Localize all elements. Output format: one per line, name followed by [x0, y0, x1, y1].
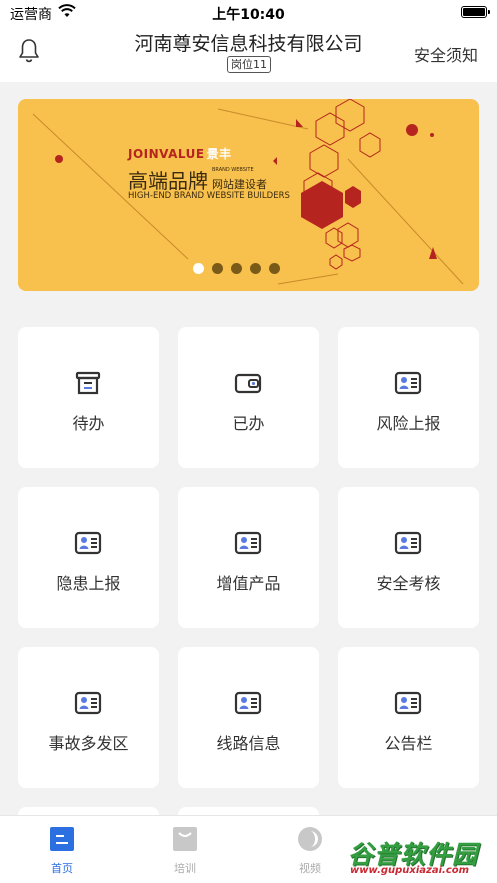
- grid-item-hazard-report[interactable]: 隐患上报: [18, 487, 159, 628]
- banner-carousel[interactable]: JOINVALUE 景丰 高端品牌 BRAND WEBSITE 网站建设者 HIG…: [18, 99, 479, 291]
- grid-item-label: 风险上报: [376, 414, 441, 433]
- battery-icon: [461, 6, 490, 18]
- grid-item-label: 增值产品: [216, 574, 281, 593]
- grid-item-safety-assessment[interactable]: 安全考核: [338, 487, 479, 628]
- id-card-icon: [394, 691, 422, 715]
- safety-notice-link[interactable]: 安全须知: [414, 42, 478, 66]
- video-icon: [298, 827, 322, 851]
- grid-item-risk-report[interactable]: 风险上报: [338, 327, 479, 468]
- watermark-logo: 谷普软件园 www.gupuxiazai.com: [340, 835, 497, 883]
- grid-item-done[interactable]: 已办: [178, 327, 319, 468]
- grid-item-label: 已办: [232, 414, 265, 433]
- status-time: 上午10:40: [212, 7, 285, 23]
- banner-sub-small: BRAND WEBSITE: [212, 167, 254, 173]
- tab-home[interactable]: 首页: [32, 826, 92, 876]
- grid-item-label: 安全考核: [376, 574, 441, 593]
- grid-item-label: 事故多发区: [48, 734, 129, 753]
- grid-item-label: 隐患上报: [56, 574, 121, 593]
- home-icon: [50, 827, 74, 851]
- banner-headline: 高端品牌: [128, 169, 208, 193]
- id-card-icon: [394, 531, 422, 555]
- banner-sub-cn: 网站建设者: [212, 178, 267, 191]
- grid-item-route-info[interactable]: 线路信息: [178, 647, 319, 788]
- carousel-dot[interactable]: [212, 263, 223, 274]
- nav-bar: 河南尊安信息科技有限公司 岗位11 安全须知: [0, 24, 497, 82]
- grid-item-accident-zone[interactable]: 事故多发区: [18, 647, 159, 788]
- tab-video[interactable]: 视频: [280, 826, 340, 876]
- grid-item-label: 公告栏: [384, 734, 433, 753]
- wallet-icon: [234, 373, 262, 394]
- grid-item-label: 线路信息: [216, 734, 281, 753]
- post-badge[interactable]: 岗位11: [227, 56, 271, 73]
- carousel-dot[interactable]: [193, 263, 204, 274]
- banner-tagline: HIGH-END BRAND WEBSITE BUILDERS: [128, 191, 290, 201]
- status-bar: 运营商 上午10:40: [0, 0, 497, 24]
- tab-label: 视频: [299, 862, 321, 875]
- banner-brand-cn: 景丰: [206, 147, 232, 161]
- carousel-indicator: [193, 263, 280, 274]
- tab-label: 首页: [51, 862, 73, 875]
- training-icon: [173, 827, 197, 851]
- id-card-icon: [234, 531, 262, 555]
- id-card-icon: [234, 691, 262, 715]
- grid-item-bulletin[interactable]: 公告栏: [338, 647, 479, 788]
- id-card-icon: [74, 531, 102, 555]
- inbox-icon: [75, 371, 101, 395]
- banner-brand-en: JOINVALUE: [128, 147, 205, 161]
- carousel-dot[interactable]: [269, 263, 280, 274]
- watermark-url: www.gupuxiazai.com: [350, 865, 470, 876]
- grid-item-value-added[interactable]: 增值产品: [178, 487, 319, 628]
- id-card-icon: [394, 371, 422, 395]
- grid-item-todo[interactable]: 待办: [18, 327, 159, 468]
- banner-brand: JOINVALUE 景丰: [128, 145, 232, 162]
- tab-label: 培训: [174, 862, 196, 875]
- carousel-dot[interactable]: [231, 263, 242, 274]
- tab-training[interactable]: 培训: [155, 826, 215, 876]
- grid-item-label: 待办: [72, 414, 105, 433]
- carousel-dot[interactable]: [250, 263, 261, 274]
- id-card-icon: [74, 691, 102, 715]
